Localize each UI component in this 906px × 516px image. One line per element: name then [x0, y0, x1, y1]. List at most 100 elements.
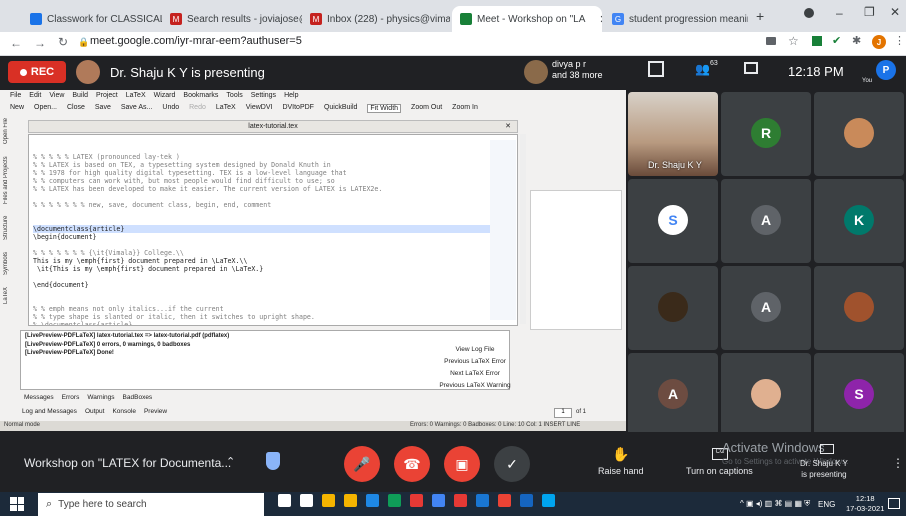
people-icon[interactable]: 👥 [695, 62, 710, 76]
back-icon[interactable]: ← [10, 36, 22, 50]
tab-search-icon[interactable] [804, 8, 814, 18]
forward-icon[interactable]: → [34, 36, 46, 50]
tab-preview[interactable]: Preview [144, 408, 167, 415]
open-button[interactable]: Open... [34, 104, 57, 113]
taskbar-app-icon[interactable] [344, 494, 357, 507]
prev-error-button[interactable]: Previous LaTeX Error [436, 356, 514, 368]
taskbar-app-icon[interactable] [476, 494, 489, 507]
mic-off-button[interactable]: 🎤 [344, 446, 380, 482]
windows-start-icon[interactable] [10, 497, 24, 511]
close-window-icon[interactable]: ✕ [890, 5, 900, 19]
tab-inbox[interactable]: MInbox (228) - physics@vimala✕ [302, 6, 450, 32]
layout-icon[interactable] [648, 61, 664, 77]
taskbar-app-icon[interactable] [498, 494, 511, 507]
url-field[interactable]: meet.google.com/iyr-mrar-eem?authuser=5 [90, 35, 302, 47]
reload-icon[interactable]: ↻ [58, 35, 68, 49]
participant-tile[interactable] [721, 353, 811, 437]
menu-icon[interactable]: ⋮ [894, 34, 905, 47]
latex-button[interactable]: LaTeX [216, 104, 236, 113]
tab-badboxes[interactable]: BadBoxes [123, 394, 153, 401]
participant-tile[interactable]: S [814, 353, 904, 437]
zoom-in-button[interactable]: Zoom In [452, 104, 478, 113]
editor-scrollbar[interactable] [520, 134, 526, 324]
more-options-icon[interactable]: ⋮ [892, 456, 904, 470]
menu-settings[interactable]: Settings [251, 92, 276, 99]
tray-icons[interactable]: ^ ▣ ◂) ▥ ⌘ ▤ ▦ ⛨ [740, 499, 810, 509]
participant-tile[interactable]: A [721, 266, 811, 350]
taskbar-clock[interactable]: 12:18 17-03-2021 [846, 494, 884, 514]
tab-log-messages[interactable]: Log and Messages [22, 408, 77, 415]
taskbar-app-icon[interactable] [300, 494, 313, 507]
tab-student-progression[interactable]: Gstudent progression meaning✕ [604, 6, 748, 32]
chat-icon[interactable] [744, 62, 758, 74]
close-icon[interactable]: ✕ [599, 13, 602, 26]
participant-tile[interactable]: R [721, 92, 811, 176]
extension-check-icon[interactable]: ✔ [832, 34, 841, 47]
taskbar-app-icon[interactable] [388, 494, 401, 507]
leave-call-button[interactable]: ☎ [394, 446, 430, 482]
taskbar-app-icon[interactable] [542, 494, 555, 507]
taskbar-app-icon[interactable] [520, 494, 533, 507]
save-as-button[interactable]: Save As... [121, 104, 153, 113]
taskbar-app-icon[interactable] [366, 494, 379, 507]
side-tab-files[interactable]: Files and Projects [3, 156, 15, 204]
taskbar-app-icon[interactable] [432, 494, 445, 507]
next-error-button[interactable]: Next LaTeX Error [436, 368, 514, 380]
quickbuild-button[interactable]: QuickBuild [324, 104, 357, 113]
tab-warnings[interactable]: Warnings [87, 394, 114, 401]
document-tab[interactable]: latex-tutorial.tex ✕ [28, 120, 518, 133]
undo-button[interactable]: Undo [162, 104, 179, 113]
fit-width-select[interactable]: Fit Width [367, 104, 402, 113]
tab-search-results[interactable]: MSearch results - joviajose@g✕ [162, 6, 302, 32]
present-button[interactable]: ✓ [494, 446, 530, 482]
extensions-icon[interactable]: ✱ [852, 34, 861, 47]
profile-avatar[interactable]: J [872, 35, 886, 49]
hand-icon[interactable]: ✋ [612, 446, 629, 463]
viewdvi-button[interactable]: ViewDVI [246, 104, 273, 113]
shield-icon[interactable] [266, 452, 280, 470]
save-button[interactable]: Save [95, 104, 111, 113]
taskbar-app-icon[interactable] [410, 494, 423, 507]
tab-messages[interactable]: Messages [24, 394, 54, 401]
side-tab-latex[interactable]: LaTeX [3, 287, 15, 304]
menu-latex[interactable]: LaTeX [126, 92, 146, 99]
lock-icon[interactable]: 🔒 [78, 37, 89, 48]
participant-tile[interactable]: A [628, 353, 718, 437]
participant-tile[interactable]: Dr. Shaju K Y [628, 92, 718, 176]
close-doc-icon[interactable]: ✕ [505, 121, 511, 132]
tab-output[interactable]: Output [85, 408, 105, 415]
menu-project[interactable]: Project [96, 92, 118, 99]
star-icon[interactable]: ☆ [788, 34, 799, 48]
participants-summary[interactable]: divya p r and 38 more [552, 59, 603, 81]
taskbar-search[interactable]: ⌕ Type here to search [38, 493, 264, 516]
participant-tile[interactable]: K [814, 179, 904, 263]
participant-tile[interactable] [814, 92, 904, 176]
menu-build[interactable]: Build [72, 92, 88, 99]
taskbar-app-icon[interactable] [322, 494, 335, 507]
participant-tile[interactable] [814, 266, 904, 350]
close-file-button[interactable]: Close [67, 104, 85, 113]
side-tab-symbols[interactable]: Symbols [3, 252, 15, 275]
presenting-status[interactable]: Dr. Shaju K Yis presenting [800, 458, 848, 480]
zoom-out-button[interactable]: Zoom Out [411, 104, 442, 113]
tab-meet-workshop[interactable]: Meet - Workshop on "LA✕ [452, 6, 602, 32]
new-tab-button[interactable]: + [756, 8, 764, 24]
side-tab-open-file[interactable]: Open File [3, 118, 15, 144]
participant-tile[interactable]: A [721, 179, 811, 263]
menu-help[interactable]: Help [284, 92, 298, 99]
notifications-icon[interactable] [888, 498, 900, 509]
code-editor[interactable]: % % % % % LATEX (pronounced lay-tek )% %… [28, 134, 518, 326]
menu-tools[interactable]: Tools [226, 92, 242, 99]
raise-hand-label[interactable]: Raise hand [598, 466, 644, 476]
tab-errors[interactable]: Errors [62, 394, 80, 401]
meeting-title[interactable]: Workshop on "LATEX for Documenta... [24, 456, 231, 470]
participant-tile[interactable]: S [628, 179, 718, 263]
chevron-up-icon[interactable]: ⌃ [226, 455, 235, 468]
pdf-preview[interactable] [530, 190, 622, 330]
menu-file[interactable]: File [10, 92, 21, 99]
tab-konsole[interactable]: Konsole [112, 408, 136, 415]
dvitopdf-button[interactable]: DVItoPDF [282, 104, 314, 113]
page-number-input[interactable]: 1 [554, 408, 572, 418]
minimize-icon[interactable]: – [836, 6, 843, 20]
new-button[interactable]: New [10, 104, 24, 113]
